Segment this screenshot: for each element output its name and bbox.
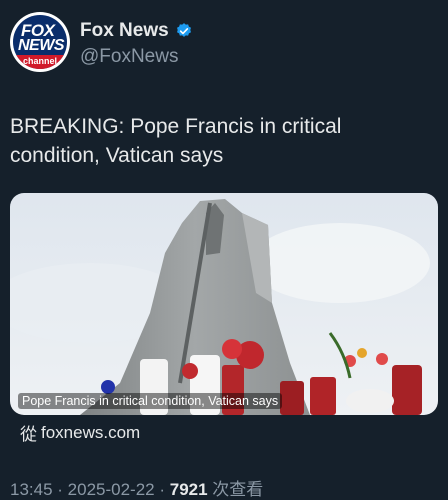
link-source[interactable]: 從 foxnews.com <box>20 420 140 445</box>
avatar[interactable]: FOX NEWS channel <box>10 12 70 72</box>
account-handle[interactable]: @FoxNews <box>80 46 178 68</box>
media-image[interactable]: Pope Francis in critical condition, Vati… <box>10 193 438 415</box>
fox-news-logo: FOX NEWS channel <box>13 15 67 69</box>
view-count[interactable]: 7921 <box>170 480 208 499</box>
source-domain[interactable]: foxnews.com <box>41 423 140 443</box>
media-caption: Pope Francis in critical condition, Vati… <box>18 393 283 409</box>
tweet-header: FOX NEWS channel Fox News @FoxNews <box>10 12 438 76</box>
source-prefix: 從 <box>20 425 37 444</box>
meta-separator: · <box>154 480 170 499</box>
meta-separator: · <box>52 480 68 499</box>
tweet-date[interactable]: 2025-02-22 <box>68 480 155 499</box>
tweet-text: BREAKING: Pope Francis in critical condi… <box>10 115 342 167</box>
statue-photo <box>10 193 438 415</box>
logo-news-text: NEWS <box>18 37 65 54</box>
display-name-row[interactable]: Fox News <box>80 20 193 42</box>
tweet-meta: 13:45 · 2025-02-22 · 7921 次查看 <box>10 475 263 500</box>
views-label: 次查看 <box>207 480 264 499</box>
tweet-time[interactable]: 13:45 <box>10 480 53 499</box>
verified-badge-icon <box>176 23 191 37</box>
display-name[interactable]: Fox News <box>80 20 169 42</box>
logo-channel-text: channel <box>13 55 67 69</box>
